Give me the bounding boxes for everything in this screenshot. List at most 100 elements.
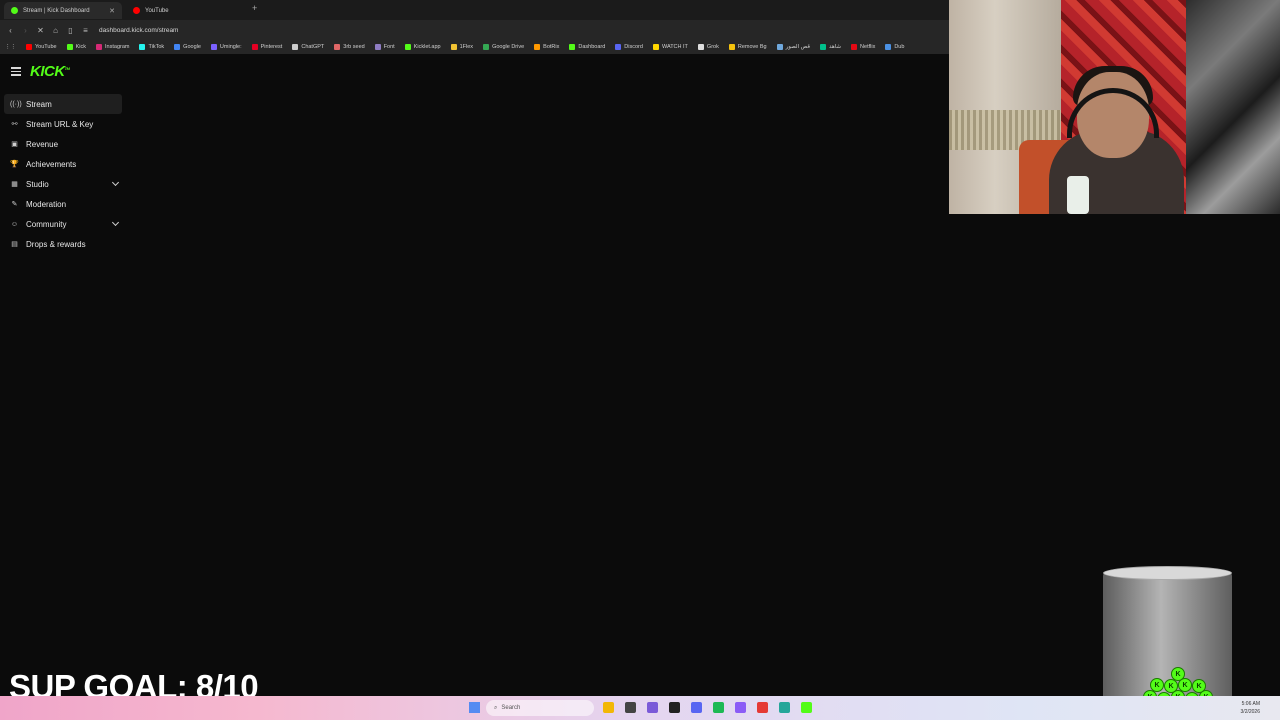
taskbar-app-icon[interactable] (625, 702, 636, 713)
bookmark-item[interactable]: Pinterest (247, 44, 288, 50)
sidebar-item-stream[interactable]: ((·)) Stream (4, 94, 122, 114)
taskbar-app-icon[interactable] (669, 702, 680, 713)
sidebar-item-label: Drops & rewards (26, 239, 86, 249)
sidebar-item-community[interactable]: ☺ Community (4, 214, 122, 234)
bookmark-favicon-icon (851, 44, 858, 50)
menu-icon[interactable] (11, 67, 21, 78)
bookmark-item[interactable]: Kicklet.app (400, 44, 446, 50)
bookmark-label: Google (183, 44, 201, 50)
bookmark-favicon-icon (174, 44, 181, 50)
sidebar-item-moderation[interactable]: ✎ Moderation (4, 194, 122, 214)
sidebar-item-drops-rewards[interactable]: ▤ Drops & rewards (4, 234, 122, 254)
tip-jar-widget: KKKKKKKKKK (1103, 566, 1232, 708)
bookmark-favicon-icon (251, 44, 258, 50)
home-icon[interactable]: ⌂ (48, 26, 63, 35)
bookmark-label: Netflix (860, 44, 876, 50)
bookmark-item[interactable]: Umingle: (206, 44, 247, 50)
sidebar-item-studio[interactable]: ▦ Studio (4, 174, 122, 194)
chevron-down-icon[interactable] (111, 218, 120, 227)
bookmark-item[interactable]: Dashboard (564, 44, 610, 50)
bookmark-favicon-icon (652, 44, 659, 50)
bookmark-item[interactable]: ChatGPT (287, 44, 329, 50)
bookmark-item[interactable]: Remove Bg (724, 44, 772, 50)
tab-youtube[interactable]: YouTube (126, 2, 246, 19)
logo-text: KICK (30, 63, 65, 80)
bookmark-item[interactable]: 1Flex (446, 44, 478, 50)
bookmark-item[interactable]: Font (370, 44, 400, 50)
studio-icon: ▦ (11, 181, 18, 188)
sidebar-item-label: Studio (26, 179, 49, 189)
bookmark-label: BotRix (543, 44, 560, 50)
back-icon[interactable]: ‹ (3, 26, 18, 35)
clock-time: 5:06 AM (1241, 701, 1260, 707)
site-info-icon[interactable]: ≡ (78, 26, 93, 35)
taskbar-app-icon[interactable] (647, 702, 658, 713)
bookmark-label: Pinterest (260, 44, 283, 50)
kick-favicon-icon (11, 7, 18, 14)
bookmark-item[interactable]: Google Drive (478, 44, 529, 50)
close-tab-icon[interactable]: ✕ (109, 7, 115, 15)
discord-icon[interactable] (691, 702, 702, 713)
bookmark-favicon-icon (569, 44, 576, 50)
bookmark-label: Umingle: (219, 44, 242, 50)
file-explorer-icon[interactable] (603, 702, 614, 713)
taskbar-app-icon[interactable] (801, 702, 812, 713)
bookmark-item[interactable]: شاهد (815, 44, 846, 50)
apps-grid-icon[interactable]: ⋮⋮ (0, 44, 21, 50)
stop-loading-icon[interactable]: ✕ (33, 26, 48, 35)
new-tab-button[interactable]: + (252, 3, 257, 13)
tab-title: YouTube (145, 7, 169, 14)
taskbar-app-icon[interactable] (779, 702, 790, 713)
taskbar-search[interactable]: ⌕ Search (486, 700, 594, 716)
bookmark-favicon-icon (776, 44, 783, 50)
bookmark-icon[interactable]: ▯ (63, 26, 78, 35)
sidebar-item-revenue[interactable]: ▣ Revenue (4, 134, 122, 154)
sidebar-item-achievements[interactable]: 🏆 Achievements (4, 154, 122, 174)
chevron-down-icon[interactable] (111, 178, 120, 187)
sidebar-item-stream-url-key[interactable]: ⚯ Stream URL & Key (4, 114, 122, 134)
sidebar-item-label: Moderation (26, 199, 67, 209)
bookmark-item[interactable]: BotRix (529, 44, 564, 50)
bookmark-item[interactable]: YouTube (21, 44, 62, 50)
bookmark-label: Grok (706, 44, 719, 50)
browser-icon[interactable] (757, 702, 768, 713)
taskbar-app-icon[interactable] (735, 702, 746, 713)
bookmark-label: YouTube (35, 44, 57, 50)
bookmark-favicon-icon (404, 44, 411, 50)
trophy-icon: 🏆 (10, 161, 19, 168)
bookmark-label: Dub (894, 44, 905, 50)
bookmark-favicon-icon (450, 44, 457, 50)
bookmark-label: WATCH IT (661, 44, 688, 50)
sidebar-item-label: Achievements (26, 159, 77, 169)
bookmark-favicon-icon (615, 44, 622, 50)
bookmark-item[interactable]: WATCH IT (648, 44, 693, 50)
system-clock[interactable]: 5:06 AM 3/2/2026 (1241, 700, 1260, 716)
tab-kick-dashboard[interactable]: Stream | Kick Dashboard ✕ (4, 2, 122, 19)
search-icon: ⌕ (494, 704, 498, 711)
bookmark-item[interactable]: Grok (693, 44, 724, 50)
bookmark-item[interactable]: Instagram (91, 44, 134, 50)
kick-logo[interactable]: KICKTM (30, 63, 70, 80)
bookmark-item[interactable]: Kick (62, 44, 91, 50)
bookmark-item[interactable]: 3rb seed (329, 44, 369, 50)
bookmark-item[interactable]: Discord (610, 44, 648, 50)
bookmark-item[interactable]: TikTok (134, 44, 169, 50)
bookmark-item[interactable]: Netflix (846, 44, 880, 50)
broadcast-icon: ((·)) (10, 100, 22, 108)
community-icon: ☺ (10, 220, 19, 228)
bookmark-favicon-icon (728, 44, 735, 50)
url-field[interactable]: dashboard.kick.com/stream (99, 27, 178, 34)
bookmark-item[interactable]: Dub (880, 44, 909, 50)
bookmark-item[interactable]: قص الصور (772, 44, 815, 50)
windows-start-icon[interactable] (469, 702, 480, 713)
bookmark-item[interactable]: Google (169, 44, 206, 50)
forward-icon[interactable]: › (18, 26, 33, 35)
sidebar-nav: ((·)) Stream ⚯ Stream URL & Key ▣ Revenue 🏆 Ach… (4, 94, 122, 254)
spotify-icon[interactable] (713, 702, 724, 713)
sidebar-item-label: Stream (26, 99, 52, 109)
logo-tm: TM (64, 66, 70, 71)
bookmark-favicon-icon (534, 44, 541, 50)
bookmark-label: Remove Bg (737, 44, 767, 50)
bookmark-favicon-icon (483, 44, 490, 50)
revenue-icon: ▣ (11, 141, 18, 148)
